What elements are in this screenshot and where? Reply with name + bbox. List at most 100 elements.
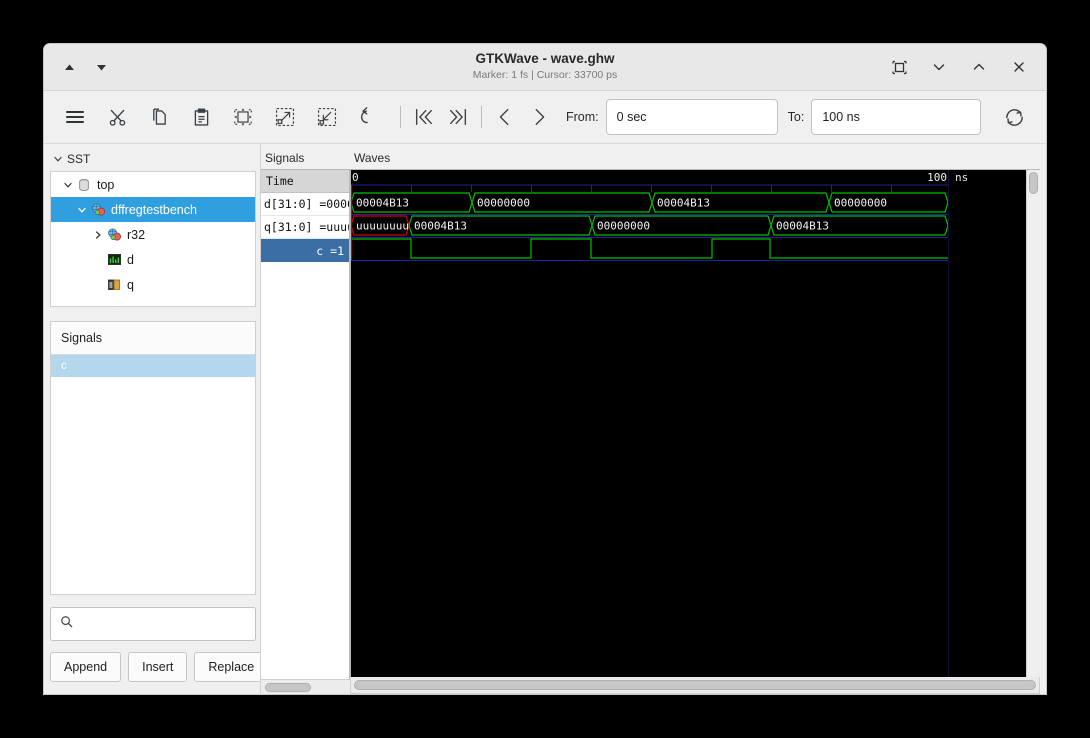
- goto-start-icon[interactable]: [407, 100, 441, 134]
- sst-panel: SST top dffregtestbench r32 d q Signals …: [44, 144, 269, 694]
- svg-text:00000000: 00000000: [477, 197, 530, 210]
- names-horizontal-scrollbar[interactable]: [261, 679, 350, 694]
- expander-down-icon[interactable]: [73, 201, 90, 218]
- waves-caption: Waves: [354, 151, 391, 165]
- next-icon[interactable]: [522, 100, 556, 134]
- bus-icon: [106, 252, 122, 268]
- maximize-restore-icon[interactable]: [890, 58, 908, 76]
- menu-icon[interactable]: [58, 100, 92, 134]
- svg-text:0: 0: [352, 171, 359, 184]
- copy-icon[interactable]: [142, 100, 176, 134]
- signal-names-caption: Signals: [265, 151, 305, 165]
- from-label: From:: [566, 110, 599, 124]
- to-value: 100 ns: [822, 110, 860, 124]
- cut-icon[interactable]: [100, 100, 134, 134]
- svg-text:00000000: 00000000: [834, 197, 887, 210]
- sst-header: SST: [50, 150, 256, 171]
- window-subtitle: Marker: 1 fs | Cursor: 33700 ps: [472, 69, 618, 82]
- restore-up-icon[interactable]: [970, 58, 988, 76]
- goto-end-icon[interactable]: [441, 100, 475, 134]
- svg-text:100: 100: [927, 171, 947, 184]
- minimize-icon[interactable]: [930, 58, 948, 76]
- tree-item-r32[interactable]: r32: [51, 222, 255, 247]
- replace-button[interactable]: Replace: [194, 652, 269, 682]
- signal-names-column: Signals Time d[31:0] =00004B13 q[31:0] =…: [260, 144, 350, 694]
- zoom-in-icon[interactable]: [268, 100, 302, 134]
- waves-column: Waves 0 100 ns 00004B13 00000000 00004B13 0000…: [350, 144, 1046, 694]
- svg-text:uuuuuuuu: uuuuuuuu: [356, 220, 409, 233]
- main-toolbar: From: 0 sec To: 100 ns: [44, 91, 1046, 144]
- from-value: 0 sec: [616, 110, 647, 124]
- sst-title: SST: [67, 152, 91, 166]
- signal-name-q[interactable]: q[31:0] =uuuuuuuu: [261, 216, 349, 239]
- title-bar: GTKWave - wave.ghw Marker: 1 fs | Cursor…: [44, 44, 1046, 91]
- tree-item-label: d: [127, 252, 134, 267]
- gtkwave-window: GTKWave - wave.ghw Marker: 1 fs | Cursor…: [44, 44, 1046, 694]
- sst-tree[interactable]: top dffregtestbench r32 d q: [50, 171, 256, 307]
- waves-horizontal-scrollbar[interactable]: [350, 677, 1040, 694]
- toolbar-separator-2: [481, 106, 482, 128]
- waves-vertical-scrollbar[interactable]: [1026, 170, 1040, 677]
- close-icon[interactable]: [1010, 58, 1028, 76]
- instance-icon: [90, 202, 106, 218]
- chevron-down-icon[interactable]: [52, 154, 63, 165]
- waves-hscrollbar-thumb[interactable]: [354, 680, 1036, 690]
- tree-item-label: q: [127, 277, 134, 292]
- tree-item-q[interactable]: q: [51, 272, 255, 297]
- to-label: To:: [787, 110, 805, 124]
- toolbar-separator-1: [400, 106, 401, 128]
- svg-text:00004B13: 00004B13: [356, 197, 409, 210]
- names-scrollbar-thumb[interactable]: [265, 682, 311, 692]
- instance-icon: [106, 227, 122, 243]
- signal-name-d[interactable]: d[31:0] =00004B13: [261, 193, 349, 216]
- signal-names-empty-area: [261, 262, 349, 679]
- search-input[interactable]: [80, 616, 246, 632]
- to-input[interactable]: 100 ns: [811, 99, 982, 135]
- svg-text:00004B13: 00004B13: [414, 220, 467, 233]
- append-button[interactable]: Append: [50, 652, 122, 682]
- search-row: [50, 607, 256, 641]
- waves-box: 0 100 ns 00004B13 00000000 00004B13 00000000 uu…: [350, 169, 1040, 677]
- signals-list[interactable]: c: [51, 355, 255, 594]
- main-body: SST top dffregtestbench r32 d q Signals …: [44, 144, 1046, 694]
- action-buttons: Append Insert Replace: [50, 652, 269, 682]
- svg-text:00004B13: 00004B13: [657, 197, 710, 210]
- zoom-out-icon[interactable]: [310, 100, 344, 134]
- signals-list-item-c[interactable]: c: [51, 355, 255, 377]
- signals-list-header: Signals: [51, 322, 255, 355]
- svg-text:ns: ns: [955, 171, 968, 184]
- tree-item-label: r32: [127, 227, 146, 242]
- tree-item-top[interactable]: top: [51, 172, 255, 197]
- signals-list-item-label: c: [61, 360, 67, 372]
- nav-down-icon[interactable]: [92, 58, 110, 76]
- window-title: GTKWave - wave.ghw: [475, 51, 615, 67]
- signals-list-panel: Signals c: [50, 321, 256, 595]
- svg-text:00000000: 00000000: [597, 220, 650, 233]
- expander-down-icon[interactable]: [59, 176, 76, 193]
- undo-icon[interactable]: [352, 100, 386, 134]
- search-icon: [60, 615, 73, 633]
- waveform-canvas[interactable]: 0 100 ns 00004B13 00000000 00004B13 00000000 uu…: [351, 170, 1026, 677]
- expander-right-icon[interactable]: [89, 226, 106, 243]
- time-row-label: Time: [261, 170, 349, 193]
- svg-text:00004B13: 00004B13: [776, 220, 829, 233]
- insert-button[interactable]: Insert: [128, 652, 188, 682]
- tree-item-label: top: [97, 177, 115, 192]
- prev-icon[interactable]: [488, 100, 522, 134]
- title-bar-left-controls: [44, 58, 110, 76]
- paste-icon[interactable]: [184, 100, 218, 134]
- signal-names-list[interactable]: Time d[31:0] =00004B13 q[31:0] =uuuuuuuu…: [261, 169, 350, 679]
- search-box[interactable]: [50, 607, 256, 641]
- module-icon: [76, 177, 92, 193]
- signal-name-c[interactable]: c =1: [261, 239, 349, 262]
- tree-item-label: dffregtestbench: [111, 202, 197, 217]
- window-controls: [890, 44, 1028, 90]
- from-input[interactable]: 0 sec: [605, 99, 778, 135]
- waves-vscrollbar-thumb[interactable]: [1029, 172, 1038, 194]
- reg-icon: [106, 277, 122, 293]
- tree-item-d[interactable]: d: [51, 247, 255, 272]
- tree-item-dffregtestbench[interactable]: dffregtestbench: [51, 197, 255, 222]
- zoom-fit-icon[interactable]: [226, 100, 260, 134]
- nav-up-icon[interactable]: [60, 58, 78, 76]
- reload-icon[interactable]: [997, 100, 1031, 134]
